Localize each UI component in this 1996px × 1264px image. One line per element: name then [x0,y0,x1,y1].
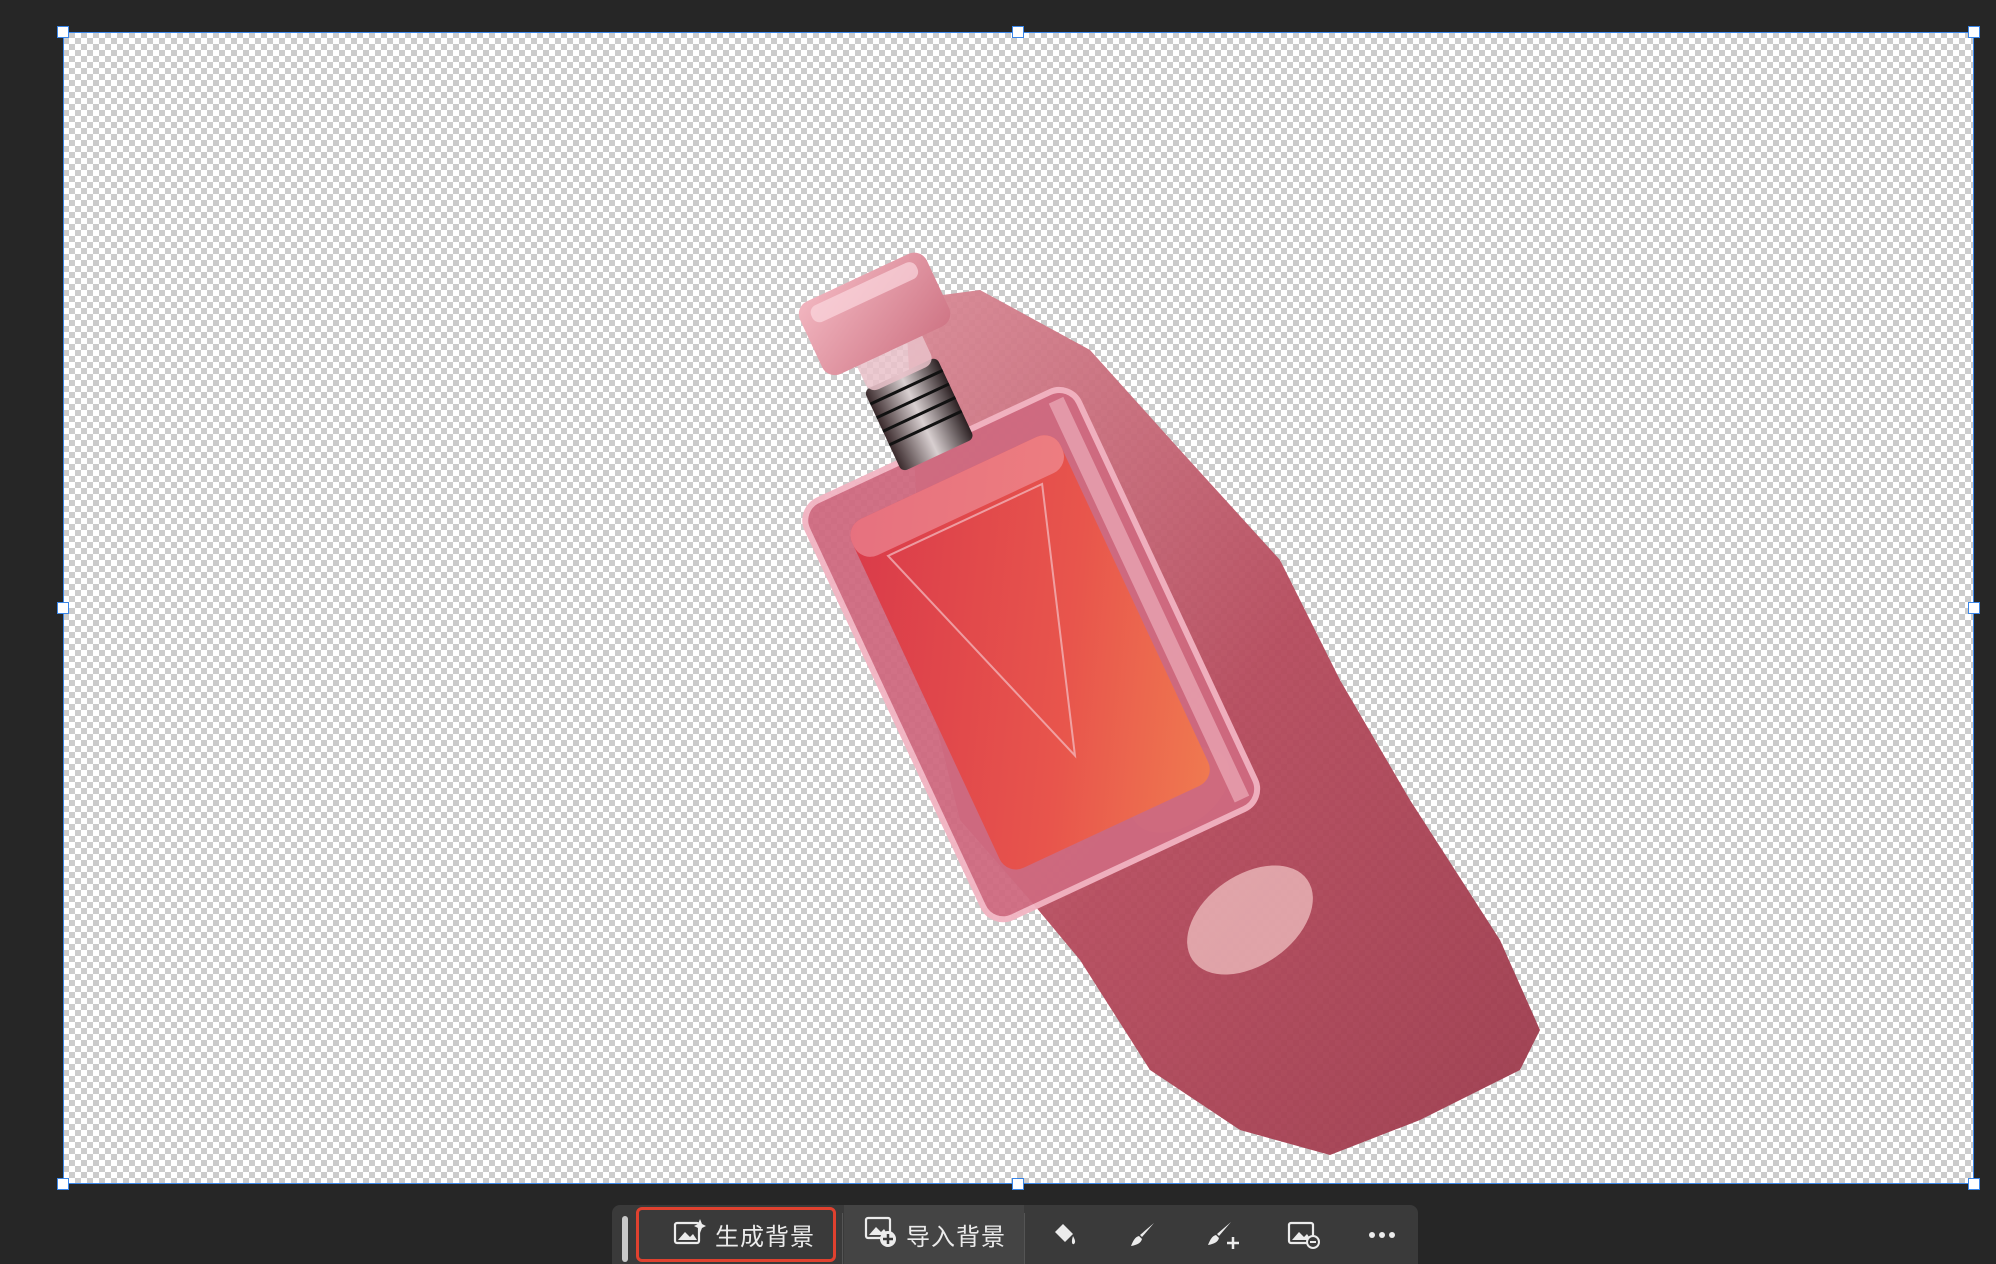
brush-icon[interactable] [1114,1205,1174,1264]
generate-background-button[interactable]: 生成背景 [636,1207,836,1262]
resize-handle-bottom-left[interactable] [57,1178,69,1190]
floating-toolbar: 生成背景 导入背景 [612,1205,1418,1264]
resize-handle-top-left[interactable] [57,26,69,38]
toolbar-divider [1024,1213,1025,1264]
resize-handle-middle-left[interactable] [57,602,69,614]
import-background-label: 导入背景 [906,1223,1006,1251]
perfume-bottle-image[interactable] [0,0,1996,1264]
brush-add-icon[interactable] [1194,1205,1254,1264]
toolbar-drag-handle[interactable] [622,1216,628,1262]
resize-handle-middle-right[interactable] [1968,602,1980,614]
toolbar-divider [842,1213,843,1264]
resize-handle-top-center[interactable] [1012,26,1024,38]
resize-handle-bottom-center[interactable] [1012,1178,1024,1190]
fill-bucket-icon[interactable] [1034,1205,1094,1264]
more-icon[interactable] [1352,1205,1412,1264]
generate-background-label: 生成背景 [715,1223,815,1251]
image-add-icon [864,1215,898,1255]
resize-handle-bottom-right[interactable] [1968,1178,1980,1190]
resize-handle-top-right[interactable] [1968,26,1980,38]
image-sparkle-icon [673,1217,707,1253]
image-adjust-icon[interactable] [1274,1205,1334,1264]
import-background-button[interactable]: 导入背景 [844,1205,1024,1264]
